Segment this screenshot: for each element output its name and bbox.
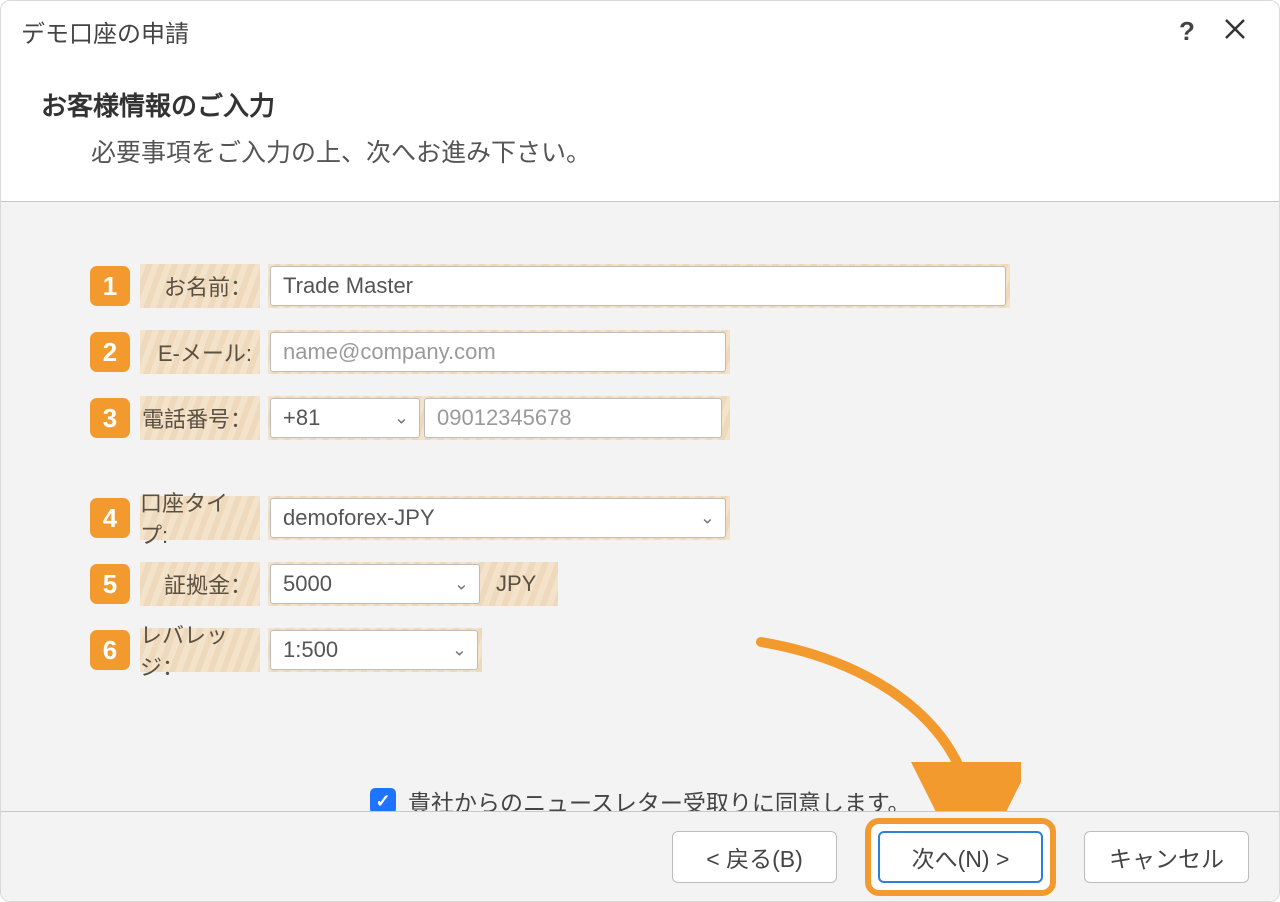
margin-currency: JPY	[496, 571, 536, 597]
account-type-select[interactable]: demoforex-JPY ⌄	[270, 498, 726, 538]
row-account-type: 4 口座タイプ: demoforex-JPY ⌄	[90, 494, 1190, 542]
step-badge-3: 3	[90, 398, 130, 438]
chevron-down-icon: ⌄	[394, 408, 409, 429]
email-placeholder: name@company.com	[283, 339, 496, 365]
row-margin: 5 証拠金： 5000 ⌄ JPY	[90, 560, 1190, 608]
chevron-down-icon: ⌄	[454, 574, 469, 595]
name-input[interactable]: Trade Master	[270, 266, 1006, 306]
titlebar: デモ口座の申請 ?	[1, 1, 1279, 61]
header-section: お客様情報のご入力 必要事項をご入力の上、次へお進み下さい。	[1, 61, 1279, 202]
close-icon	[1224, 18, 1246, 40]
account-type-value: demoforex-JPY	[283, 505, 435, 531]
phone-input[interactable]: 09012345678	[424, 398, 722, 438]
label-phone: 電話番号：	[140, 396, 260, 440]
next-button[interactable]: 次へ(N) >	[878, 831, 1043, 883]
email-input[interactable]: name@company.com	[270, 332, 726, 372]
step-badge-6: 6	[90, 630, 130, 670]
page-title: お客様情報のご入力	[41, 86, 1239, 123]
cancel-button-label: キャンセル	[1109, 840, 1224, 874]
check-icon: ✓	[375, 791, 390, 812]
back-button[interactable]: < 戻る(B)	[672, 831, 837, 883]
next-button-label: 次へ(N) >	[912, 840, 1010, 874]
phone-placeholder: 09012345678	[437, 405, 572, 431]
phone-country-select[interactable]: +81 ⌄	[270, 398, 420, 438]
label-account-type: 口座タイプ:	[140, 496, 260, 540]
chevron-down-icon: ⌄	[452, 640, 467, 661]
close-button[interactable]	[1211, 16, 1259, 47]
chevron-down-icon: ⌄	[700, 508, 715, 529]
label-leverage: レバレッジ：	[140, 628, 260, 672]
help-button[interactable]: ?	[1163, 16, 1211, 47]
back-button-label: < 戻る(B)	[706, 840, 802, 874]
field-account-type-wrap: demoforex-JPY ⌄	[268, 496, 730, 540]
step-badge-4: 4	[90, 498, 130, 538]
step-badge-2: 2	[90, 332, 130, 372]
label-email: E-メール:	[140, 330, 260, 374]
row-name: 1 お名前： Trade Master	[90, 262, 1190, 310]
step-badge-5: 5	[90, 564, 130, 604]
label-name: お名前：	[140, 264, 260, 308]
field-email-wrap: name@company.com	[268, 330, 730, 374]
phone-country-value: +81	[283, 405, 320, 431]
label-margin: 証拠金：	[140, 562, 260, 606]
row-phone: 3 電話番号： +81 ⌄ 09012345678	[90, 394, 1190, 442]
window-title: デモ口座の申請	[21, 14, 189, 49]
field-leverage-wrap: 1:500 ⌄	[268, 628, 482, 672]
field-phone-wrap: +81 ⌄ 09012345678	[268, 396, 730, 440]
field-margin-wrap: 5000 ⌄ JPY	[268, 562, 558, 606]
step-badge-1: 1	[90, 266, 130, 306]
margin-select[interactable]: 5000 ⌄	[270, 564, 480, 604]
row-leverage: 6 レバレッジ： 1:500 ⌄	[90, 626, 1190, 674]
name-value: Trade Master	[283, 273, 413, 299]
page-subtitle: 必要事項をご入力の上、次へお進み下さい。	[91, 133, 1239, 169]
margin-value: 5000	[283, 571, 332, 597]
row-email: 2 E-メール: name@company.com	[90, 328, 1190, 376]
field-name-wrap: Trade Master	[268, 264, 1010, 308]
leverage-value: 1:500	[283, 637, 338, 663]
form-body: 1 お名前： Trade Master 2 E-メール: name@compan…	[1, 202, 1279, 832]
cancel-button[interactable]: キャンセル	[1084, 831, 1249, 883]
dialog-window: デモ口座の申請 ? お客様情報のご入力 必要事項をご入力の上、次へお進み下さい。…	[0, 0, 1280, 902]
next-button-highlight: 次へ(N) >	[865, 818, 1056, 896]
leverage-select[interactable]: 1:500 ⌄	[270, 630, 478, 670]
footer-buttons: < 戻る(B) 次へ(N) > キャンセル	[1, 811, 1279, 901]
